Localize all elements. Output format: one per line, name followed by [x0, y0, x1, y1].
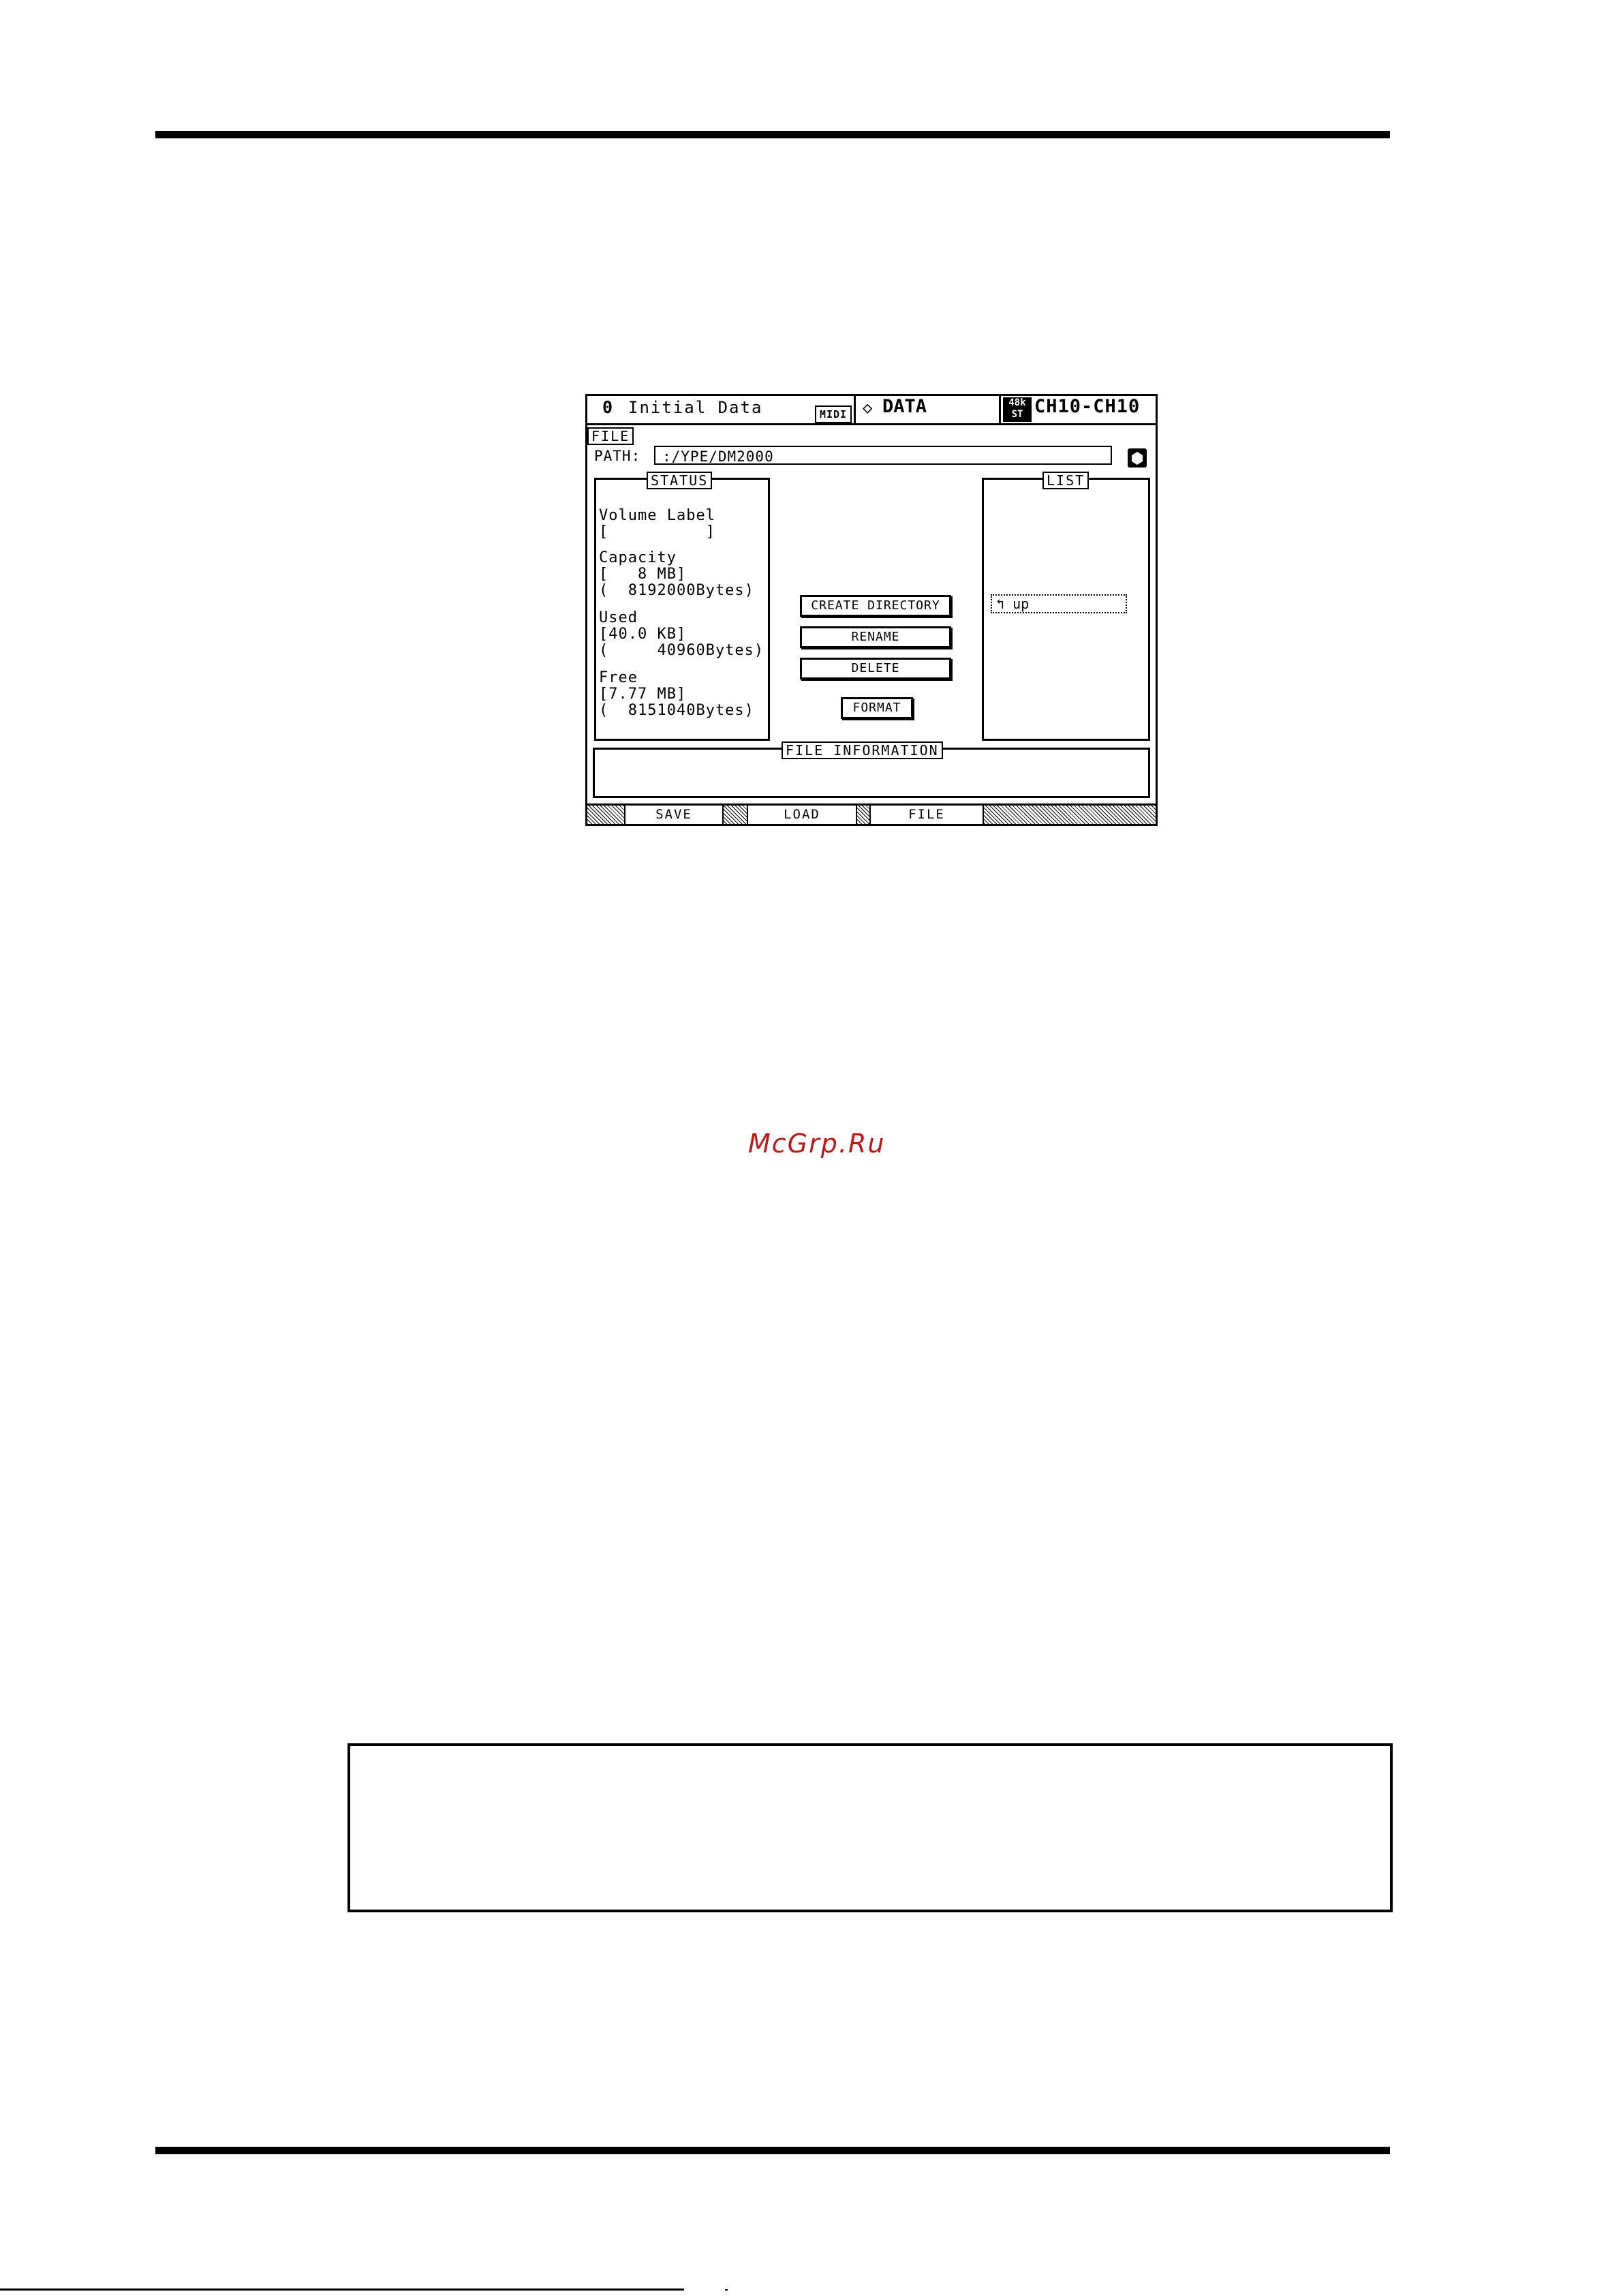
disk-icon[interactable]: [1127, 448, 1147, 468]
status-line: [ 8 MB]: [599, 566, 687, 583]
midi-indicator: MIDI: [815, 405, 852, 423]
bottom-rule: [155, 2147, 1390, 2154]
file-tag: FILE: [587, 427, 634, 445]
lcd-header: 0 Initial Data MIDI ◇ DATA 48k ST CH10-C…: [587, 396, 1156, 425]
status-line: Volume Label: [599, 507, 715, 524]
stereo-indicator: ST: [1011, 409, 1023, 420]
status-line: ( 8192000Bytes): [599, 582, 754, 599]
path-label: PATH:: [594, 448, 641, 464]
tab-load[interactable]: LOAD: [747, 806, 857, 824]
status-line: [40.0 KB]: [599, 626, 687, 643]
bottom-edge-line: [0, 2289, 684, 2291]
format-button[interactable]: FORMAT: [841, 697, 913, 719]
list-item-up[interactable]: ↰ up: [991, 594, 1127, 613]
status-line: Capacity: [599, 549, 677, 566]
file-information-panel: FILE INFORMATION: [593, 741, 1150, 798]
delete-button[interactable]: DELETE: [800, 658, 951, 679]
status-panel: STATUS Volume Label [ ] Capacity [ 8 MB]…: [594, 472, 770, 741]
top-rule: [155, 131, 1390, 138]
sample-rate-badge: 48k ST: [1003, 397, 1032, 422]
watermark: McGrp.Ru: [748, 1129, 886, 1159]
tab-file[interactable]: FILE: [869, 806, 984, 824]
bottom-edge-mark: [725, 2289, 728, 2291]
list-panel: LIST ↰ up: [982, 472, 1150, 741]
status-line: ( 40960Bytes): [599, 642, 764, 659]
status-line: [ ]: [599, 523, 715, 540]
lcd-screen: 0 Initial Data MIDI ◇ DATA 48k ST CH10-C…: [585, 394, 1158, 826]
scene-number: 0: [602, 397, 613, 417]
note-box: [347, 1743, 1393, 1912]
path-field[interactable]: :/YPE/DM2000: [654, 446, 1112, 465]
sample-rate: 48k: [1008, 397, 1026, 408]
scene-title: Initial Data: [628, 398, 763, 417]
list-title: LIST: [1042, 472, 1089, 489]
diamond-icon: ◇: [863, 398, 873, 417]
tab-save[interactable]: SAVE: [624, 806, 724, 824]
channel-indicator: CH10-CH10: [1034, 396, 1141, 417]
rename-button[interactable]: RENAME: [800, 626, 951, 648]
page-tabs: SAVE LOAD FILE: [587, 803, 1156, 824]
header-divider: [854, 396, 856, 423]
status-line: Free: [599, 669, 638, 686]
file-information-title: FILE INFORMATION: [782, 741, 943, 759]
status-title: STATUS: [647, 472, 713, 489]
page-title: DATA: [882, 396, 927, 417]
create-directory-button[interactable]: CREATE DIRECTORY: [800, 595, 951, 617]
status-line: Used: [599, 609, 638, 626]
status-line: ( 8151040Bytes): [599, 702, 754, 719]
status-line: [7.77 MB]: [599, 686, 687, 703]
header-divider: [999, 396, 1001, 423]
